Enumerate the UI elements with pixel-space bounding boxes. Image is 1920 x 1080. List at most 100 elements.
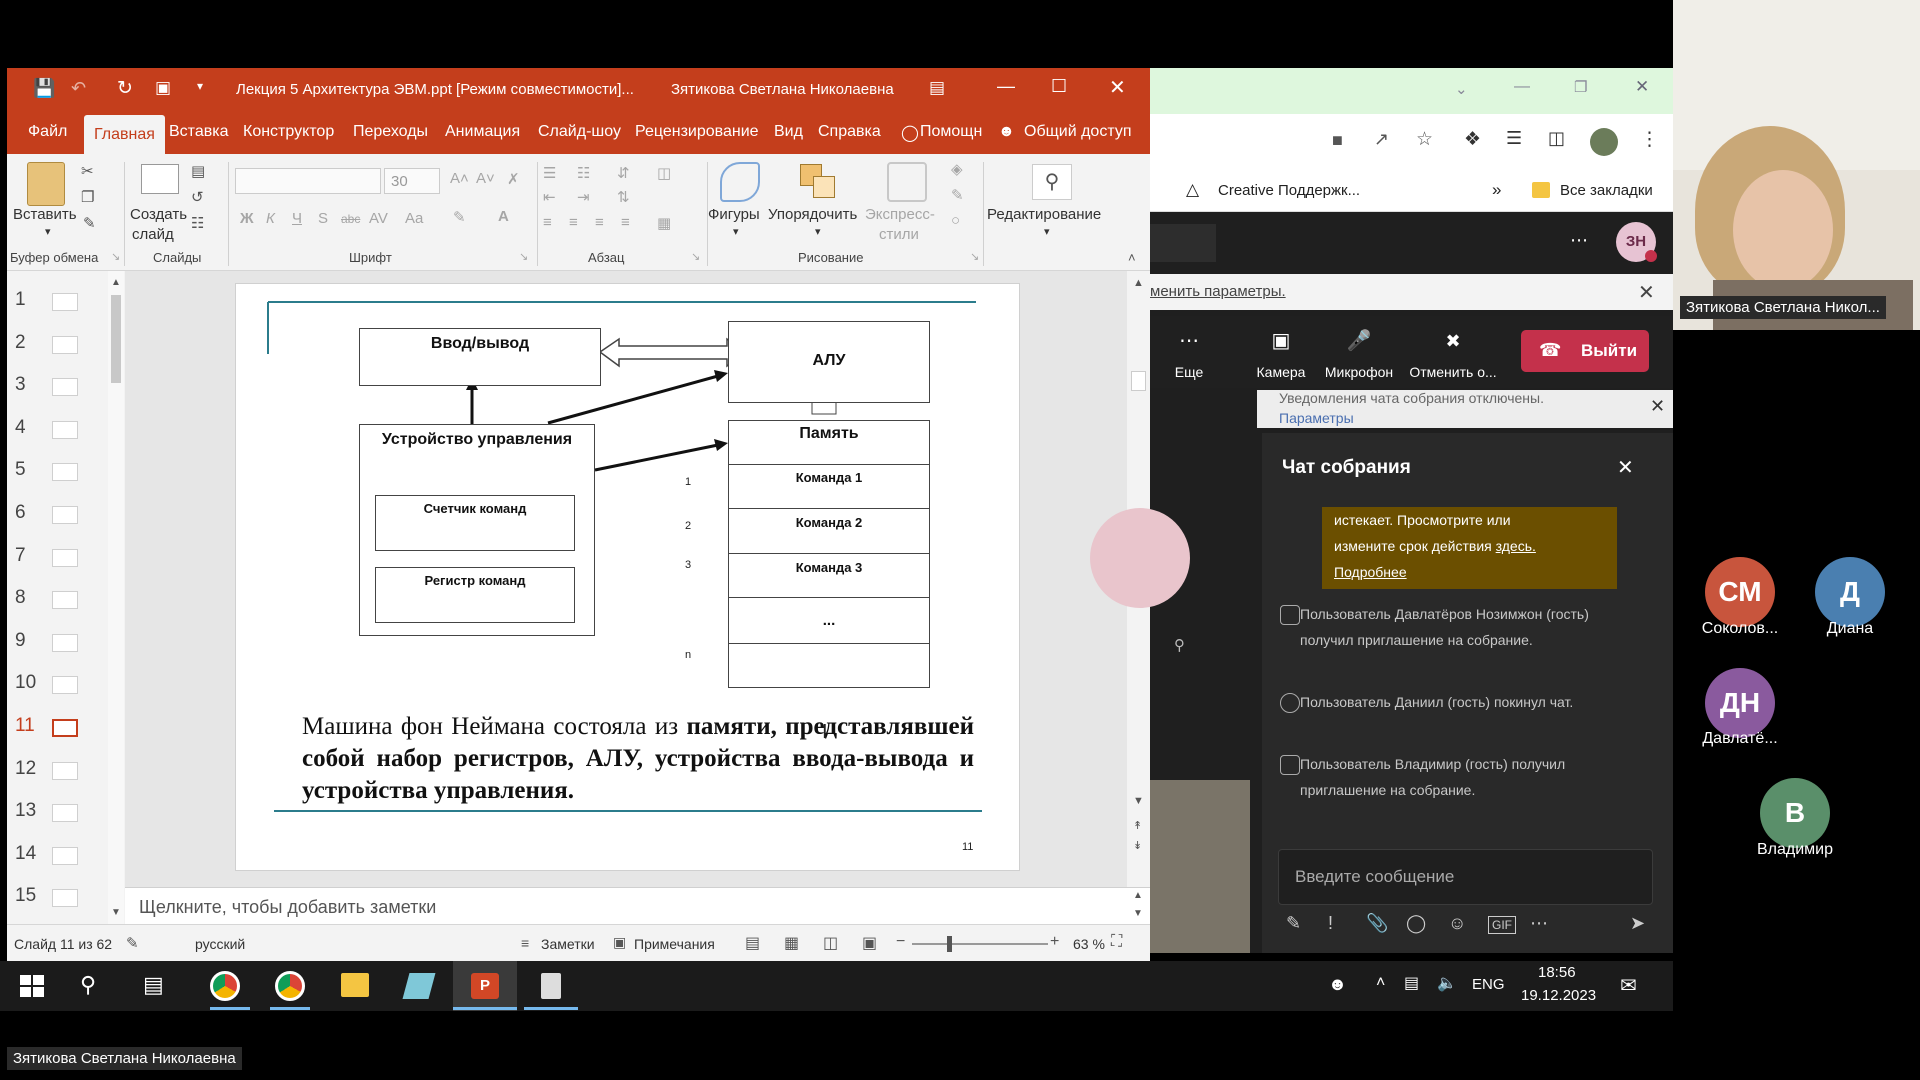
- decrease-font-icon[interactable]: A˅: [476, 170, 495, 187]
- numbering-icon[interactable]: ☷: [577, 164, 590, 182]
- browser-minimize-button[interactable]: —: [1514, 78, 1530, 96]
- all-bookmarks[interactable]: Все закладки: [1560, 182, 1653, 199]
- more-tools-icon[interactable]: ⋯: [1530, 913, 1548, 934]
- prev-slide-icon[interactable]: ↟: [1133, 819, 1142, 832]
- person-icon[interactable]: ☻: [998, 123, 1015, 141]
- teams-app-icon[interactable]: [541, 973, 561, 999]
- shadow-button[interactable]: S: [318, 210, 328, 227]
- copy-icon[interactable]: ❐: [81, 188, 94, 206]
- format-painter-icon[interactable]: ✎: [83, 214, 96, 232]
- smartart-icon[interactable]: ▦: [657, 214, 671, 232]
- shape-effects-icon[interactable]: ○: [951, 212, 960, 229]
- media-icon[interactable]: ☰: [1506, 128, 1522, 149]
- zoom-slider[interactable]: [912, 943, 1048, 945]
- thumbs-scroll-thumb[interactable]: [111, 295, 121, 383]
- paragraph-launcher-icon[interactable]: ↘: [691, 250, 700, 263]
- learn-more-link[interactable]: Подробнее: [1334, 559, 1605, 585]
- thumb-number[interactable]: 8: [15, 587, 26, 609]
- notifications-icon[interactable]: ✉: [1620, 973, 1637, 998]
- shapes-dropdown-icon[interactable]: ▾: [733, 225, 739, 238]
- font-size-box[interactable]: 30: [384, 168, 440, 194]
- slide-canvas[interactable]: Ввод/вывод АЛУ Устройство управления Сче…: [235, 283, 1020, 871]
- notes-scroll-up-icon[interactable]: ▲: [1133, 890, 1143, 901]
- editing-button[interactable]: Редактирование: [987, 206, 1101, 223]
- bold-button[interactable]: Ж: [240, 210, 254, 227]
- explorer-icon[interactable]: [341, 973, 369, 997]
- ribbon-display-icon[interactable]: ▤: [929, 78, 945, 98]
- notes-scroll-down-icon[interactable]: ▼: [1133, 908, 1143, 919]
- tab-home[interactable]: Главная: [84, 115, 165, 154]
- language-indicator[interactable]: ENG: [1472, 976, 1505, 993]
- zoom-out-icon[interactable]: −: [896, 933, 905, 951]
- thumb-number[interactable]: 13: [15, 800, 36, 822]
- justify-icon[interactable]: ≡: [621, 214, 630, 231]
- arrange-dropdown-icon[interactable]: ▾: [815, 225, 821, 238]
- shapes-icon[interactable]: [720, 162, 760, 202]
- paste-button[interactable]: Вставить: [13, 206, 77, 223]
- stop-sharing[interactable]: ✖ Отменить о...: [1408, 330, 1498, 380]
- maximize-button[interactable]: ☐: [1051, 76, 1067, 97]
- volume-icon[interactable]: 🔈: [1437, 973, 1457, 993]
- thumb-number[interactable]: 1: [15, 289, 26, 311]
- italic-button[interactable]: К: [266, 210, 275, 227]
- normal-view-icon[interactable]: ▤: [745, 933, 760, 953]
- fit-slide-icon[interactable]: ⛶: [1111, 933, 1122, 951]
- browser-menu-icon[interactable]: ⋮: [1640, 128, 1659, 151]
- notes-icon[interactable]: ≡: [521, 935, 529, 951]
- thumb-number[interactable]: 9: [15, 630, 26, 652]
- columns-icon[interactable]: ◫: [657, 164, 671, 182]
- close-button[interactable]: ✕: [1109, 75, 1126, 100]
- thumb-number[interactable]: 6: [15, 502, 26, 524]
- thumb-number[interactable]: 10: [15, 672, 36, 694]
- quick-styles-icon[interactable]: [887, 162, 927, 202]
- tab-help[interactable]: Справка: [818, 123, 881, 141]
- bookmark-item[interactable]: Creative Поддержк...: [1218, 182, 1360, 199]
- loop-icon[interactable]: ◯: [1406, 913, 1426, 934]
- notice-close-icon[interactable]: ✕: [1638, 280, 1655, 305]
- tab-file[interactable]: Файл: [28, 123, 67, 141]
- paste-dropdown-icon[interactable]: ▾: [45, 225, 51, 238]
- chat-input[interactable]: Введите сообщение: [1278, 849, 1653, 905]
- share-icon[interactable]: ↗: [1374, 129, 1389, 150]
- shape-outline-icon[interactable]: ✎: [951, 186, 964, 204]
- zoom-in-icon[interactable]: +: [1050, 933, 1059, 951]
- reset-icon[interactable]: ↺: [191, 188, 204, 206]
- tab-transitions[interactable]: Переходы: [353, 123, 428, 141]
- thumb-number[interactable]: 2: [15, 332, 26, 354]
- paste-icon[interactable]: [27, 162, 65, 206]
- windows-start-icon[interactable]: [20, 975, 44, 997]
- notes-placeholder[interactable]: Щелкните, чтобы добавить заметки: [139, 897, 436, 918]
- slide-thumbnail[interactable]: [52, 591, 78, 610]
- thumb-number[interactable]: 3: [15, 374, 26, 396]
- slide-thumbnail[interactable]: [52, 378, 78, 397]
- clipboard-launcher-icon[interactable]: ↘: [111, 250, 120, 263]
- tab-view[interactable]: Вид: [774, 123, 803, 141]
- emoji-icon[interactable]: ☺: [1448, 913, 1466, 934]
- reading-view-icon[interactable]: ◫: [823, 933, 838, 953]
- tab-search-icon[interactable]: ⌄: [1455, 80, 1468, 98]
- strikethrough-button[interactable]: abc: [341, 212, 360, 226]
- thumb-number[interactable]: 11: [15, 715, 35, 737]
- font-launcher-icon[interactable]: ↘: [519, 250, 528, 263]
- tray-expand-icon[interactable]: ˄: [1376, 974, 1385, 992]
- font-name-box[interactable]: [235, 168, 381, 194]
- highlight-icon[interactable]: ✎: [453, 208, 466, 226]
- save-icon[interactable]: 💾: [33, 78, 55, 99]
- shape-fill-icon[interactable]: ◈: [951, 160, 963, 178]
- cut-icon[interactable]: ✂: [81, 162, 94, 180]
- slide-thumbnail[interactable]: [52, 804, 78, 823]
- search-icon[interactable]: ⚲: [1032, 164, 1072, 200]
- send-icon[interactable]: ➤: [1630, 913, 1645, 934]
- thumbs-scrollbar[interactable]: ▲ ▼: [108, 271, 124, 924]
- quick-styles-button[interactable]: Экспресс-: [865, 206, 935, 223]
- participant-avatar[interactable]: Д: [1815, 557, 1885, 627]
- meeting-more-icon[interactable]: ⋯: [1570, 230, 1588, 251]
- lightbulb-icon[interactable]: ◯: [901, 123, 919, 143]
- editing-dropdown-icon[interactable]: ▾: [1044, 225, 1050, 238]
- participant-avatar[interactable]: В: [1760, 778, 1830, 848]
- slide-thumbnail[interactable]: [52, 420, 78, 439]
- slide-body-text[interactable]: Машина фон Неймана состояла из памяти, п…: [302, 711, 974, 807]
- browser-restore-button[interactable]: ❐: [1574, 78, 1587, 96]
- tab-review[interactable]: Рецензирование: [635, 123, 759, 141]
- comments-button[interactable]: Примечания: [634, 936, 715, 952]
